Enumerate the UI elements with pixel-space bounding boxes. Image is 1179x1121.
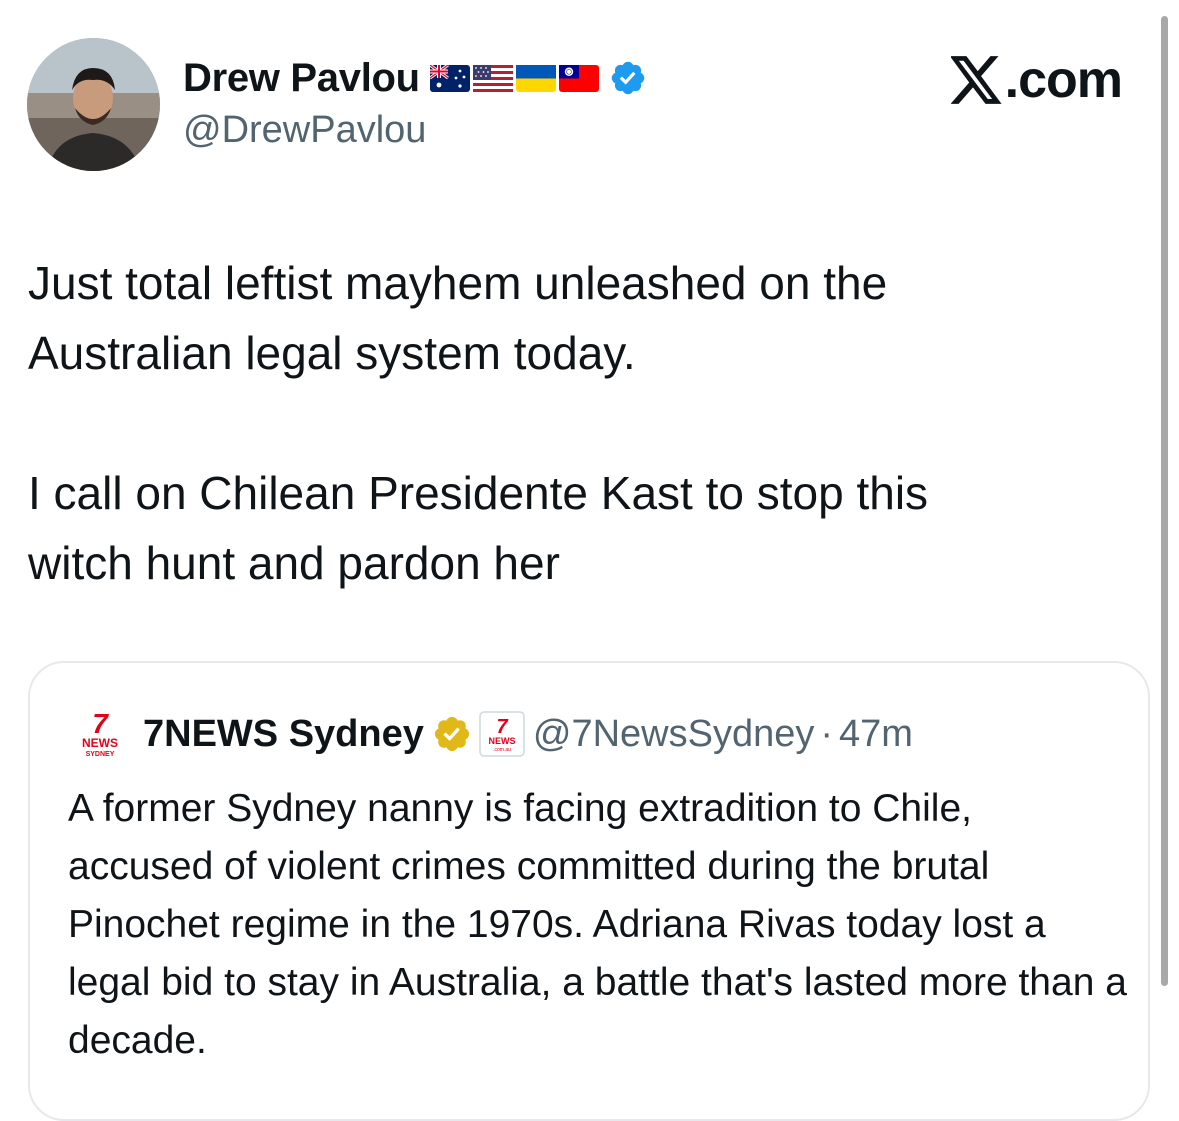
- x-com-brand: .com: [950, 50, 1123, 110]
- usa-flag-icon: [472, 64, 513, 92]
- quoted-tweet-timestamp[interactable]: 47m: [839, 713, 913, 756]
- badge-domain-text: .com.au: [493, 747, 511, 753]
- quoted-tweet-text: A former Sydney nanny is facing extradit…: [68, 787, 1127, 1062]
- logo-news-text: NEWS: [82, 736, 118, 750]
- badge-seven-text: 7: [496, 716, 508, 738]
- 7news-affiliate-badge-icon[interactable]: 7 NEWS .com.au: [479, 711, 525, 757]
- author-name-row: Drew Pavlou: [183, 53, 647, 103]
- scrollbar-thumb[interactable]: [1161, 16, 1168, 986]
- gold-verified-badge-icon[interactable]: [432, 714, 472, 754]
- logo-city-text: SYDNEY: [86, 751, 115, 758]
- separator-dot: ·: [820, 712, 834, 755]
- taiwan-flag-icon: [558, 64, 599, 92]
- quoted-author-name[interactable]: 7NEWS Sydney: [143, 713, 424, 756]
- brand-domain-text: .com: [1004, 51, 1123, 109]
- 7news-sydney-logo-icon[interactable]: 7 NEWS SYDNEY: [74, 709, 126, 759]
- author-display-name[interactable]: Drew Pavlou: [183, 56, 420, 101]
- flag-emoji-group: [429, 64, 599, 92]
- author-handle[interactable]: @DrewPavlou: [183, 109, 426, 152]
- logo-seven-text: 7: [92, 709, 109, 739]
- author-avatar[interactable]: [27, 38, 160, 171]
- verified-badge-icon[interactable]: [609, 59, 647, 97]
- ukraine-flag-icon: [515, 64, 556, 92]
- badge-news-text: NEWS: [488, 736, 515, 746]
- quoted-tweet-card[interactable]: 7 NEWS SYDNEY 7NEWS Sydney 7 NEWS .com.a…: [28, 661, 1150, 1121]
- australia-flag-icon: [429, 64, 470, 92]
- tweet-text: Just total leftist mayhem unleashed on t…: [28, 257, 929, 589]
- quoted-author-handle[interactable]: @7NewsSydney: [533, 713, 814, 756]
- quoted-tweet-header: 7 NEWS SYDNEY 7NEWS Sydney 7 NEWS .com.a…: [74, 709, 913, 759]
- x-logo-icon: [950, 56, 1002, 104]
